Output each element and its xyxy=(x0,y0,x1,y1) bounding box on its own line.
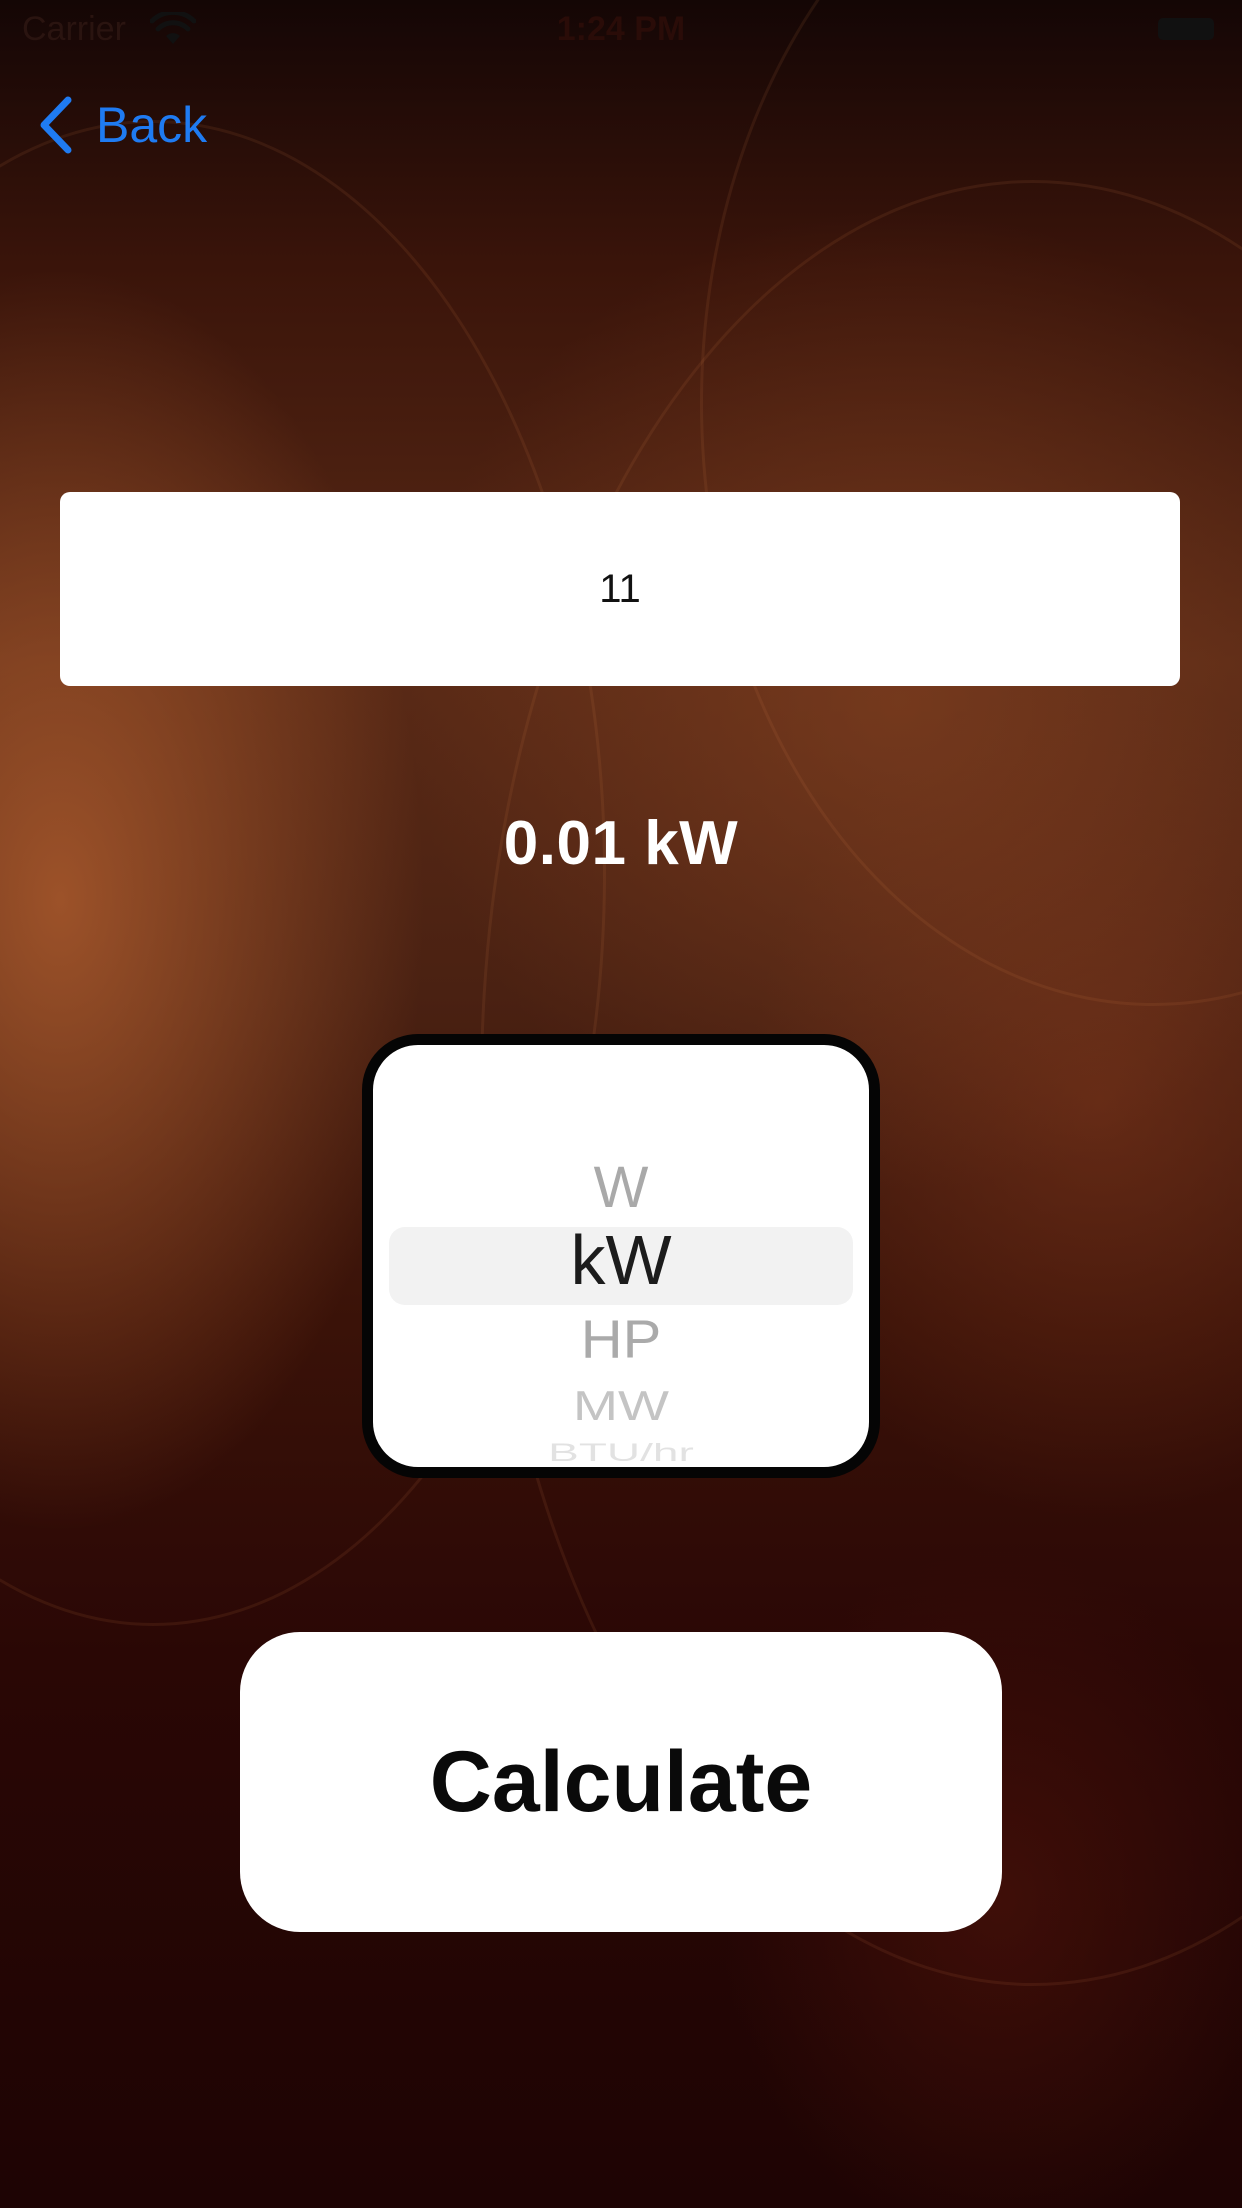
converter-screen: Carrier 1:24 PM Back 0.01 kW W kW HP MW … xyxy=(0,0,1242,2208)
back-label: Back xyxy=(96,97,208,153)
picker-option-kw[interactable]: kW xyxy=(373,1225,869,1295)
chevron-left-icon xyxy=(40,96,72,154)
picker-option-btu-hr[interactable]: BTU/hr xyxy=(373,1439,869,1464)
status-time: 1:24 PM xyxy=(556,10,686,48)
status-bar: Carrier 1:24 PM xyxy=(0,0,1242,60)
unit-picker[interactable]: W kW HP MW BTU/hr xyxy=(362,1034,880,1478)
calculate-button[interactable]: Calculate xyxy=(240,1632,1002,1932)
battery-icon xyxy=(1158,18,1214,40)
result-label: 0.01 kW xyxy=(503,809,739,878)
value-input[interactable] xyxy=(60,492,1180,686)
picker-option-w[interactable]: W xyxy=(373,1159,869,1217)
back-button[interactable]: Back xyxy=(36,92,207,158)
picker-option-mw[interactable]: MW xyxy=(373,1385,869,1427)
picker-option-hp[interactable]: HP xyxy=(373,1313,869,1366)
